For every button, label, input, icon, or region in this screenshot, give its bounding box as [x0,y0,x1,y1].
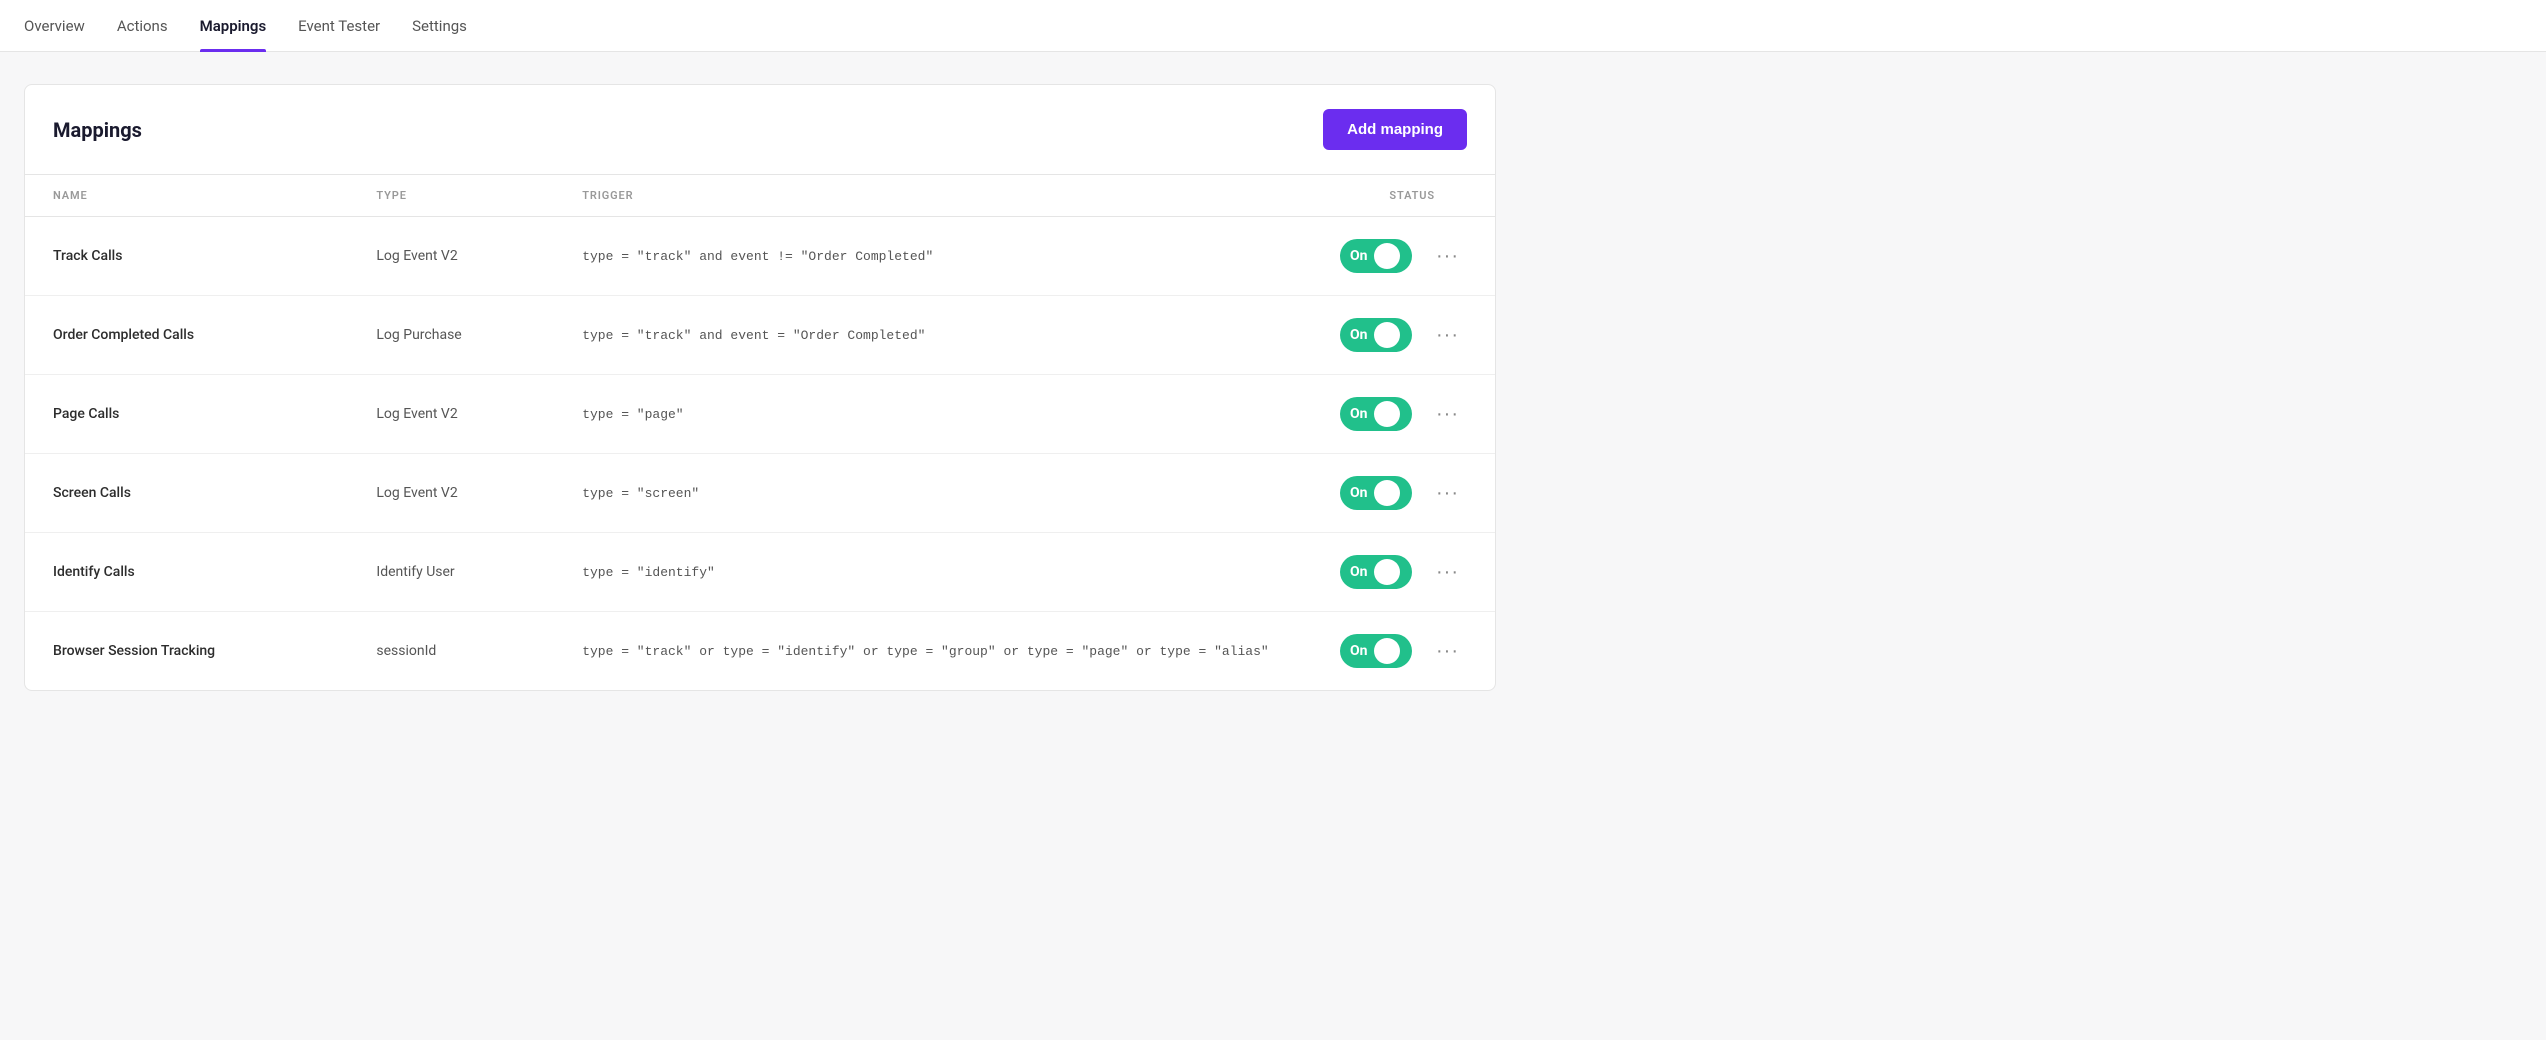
nav-settings[interactable]: Settings [412,1,467,51]
status-toggle[interactable]: On [1340,397,1412,431]
more-options-button[interactable]: ··· [1428,636,1467,667]
row-status: On ··· [1312,375,1495,454]
more-options-button[interactable]: ··· [1428,241,1467,272]
row-trigger: type = "track" and event != "Order Compl… [554,217,1312,296]
row-status: On ··· [1312,217,1495,296]
top-navigation: Overview Actions Mappings Event Tester S… [0,0,2546,52]
row-type: Log Purchase [348,296,554,375]
more-options-button[interactable]: ··· [1428,557,1467,588]
toggle-knob [1374,480,1400,506]
mappings-table: NAME TYPE TRIGGER STATUS Track Calls Log… [25,175,1495,690]
row-status: On ··· [1312,533,1495,612]
nav-event-tester[interactable]: Event Tester [298,1,380,51]
toggle-label: On [1350,248,1368,264]
table-row: Track Calls Log Event V2 type = "track" … [25,217,1495,296]
row-name: Identify Calls [25,533,348,612]
status-toggle[interactable]: On [1340,555,1412,589]
status-toggle[interactable]: On [1340,239,1412,273]
toggle-knob [1374,243,1400,269]
row-status: On ··· [1312,296,1495,375]
toggle-knob [1374,322,1400,348]
row-status: On ··· [1312,454,1495,533]
table-header: NAME TYPE TRIGGER STATUS [25,175,1495,217]
more-options-button[interactable]: ··· [1428,320,1467,351]
table-row: Identify Calls Identify User type = "ide… [25,533,1495,612]
row-name: Page Calls [25,375,348,454]
col-header-name: NAME [25,175,348,217]
status-toggle[interactable]: On [1340,476,1412,510]
status-toggle[interactable]: On [1340,318,1412,352]
toggle-label: On [1350,485,1368,501]
toggle-label: On [1350,327,1368,343]
more-options-button[interactable]: ··· [1428,399,1467,430]
nav-actions[interactable]: Actions [117,1,168,51]
toggle-knob [1374,559,1400,585]
add-mapping-button[interactable]: Add mapping [1323,109,1467,150]
row-name: Track Calls [25,217,348,296]
row-type: sessionId [348,612,554,691]
row-type: Identify User [348,533,554,612]
col-header-type: TYPE [348,175,554,217]
table-row: Screen Calls Log Event V2 type = "screen… [25,454,1495,533]
table-row: Order Completed Calls Log Purchase type … [25,296,1495,375]
row-status: On ··· [1312,612,1495,691]
table-row: Browser Session Tracking sessionId type … [25,612,1495,691]
mappings-card: Mappings Add mapping NAME TYPE TRIGGER S… [24,84,1496,691]
main-content: Mappings Add mapping NAME TYPE TRIGGER S… [0,52,1520,723]
row-name: Screen Calls [25,454,348,533]
page-title: Mappings [53,118,142,142]
row-trigger: type = "track" and event = "Order Comple… [554,296,1312,375]
toggle-knob [1374,638,1400,664]
row-name: Order Completed Calls [25,296,348,375]
toggle-label: On [1350,564,1368,580]
table-row: Page Calls Log Event V2 type = "page" On… [25,375,1495,454]
col-header-trigger: TRIGGER [554,175,1312,217]
row-name: Browser Session Tracking [25,612,348,691]
row-type: Log Event V2 [348,375,554,454]
more-options-button[interactable]: ··· [1428,478,1467,509]
toggle-knob [1374,401,1400,427]
status-toggle[interactable]: On [1340,634,1412,668]
row-trigger: type = "screen" [554,454,1312,533]
row-trigger: type = "page" [554,375,1312,454]
col-header-status: STATUS [1312,175,1495,217]
nav-mappings[interactable]: Mappings [200,1,267,51]
row-trigger: type = "identify" [554,533,1312,612]
toggle-label: On [1350,643,1368,659]
nav-overview[interactable]: Overview [24,1,85,51]
row-type: Log Event V2 [348,217,554,296]
toggle-label: On [1350,406,1368,422]
row-trigger: type = "track" or type = "identify" or t… [554,612,1312,691]
table-body: Track Calls Log Event V2 type = "track" … [25,217,1495,691]
row-type: Log Event V2 [348,454,554,533]
card-header: Mappings Add mapping [25,85,1495,175]
